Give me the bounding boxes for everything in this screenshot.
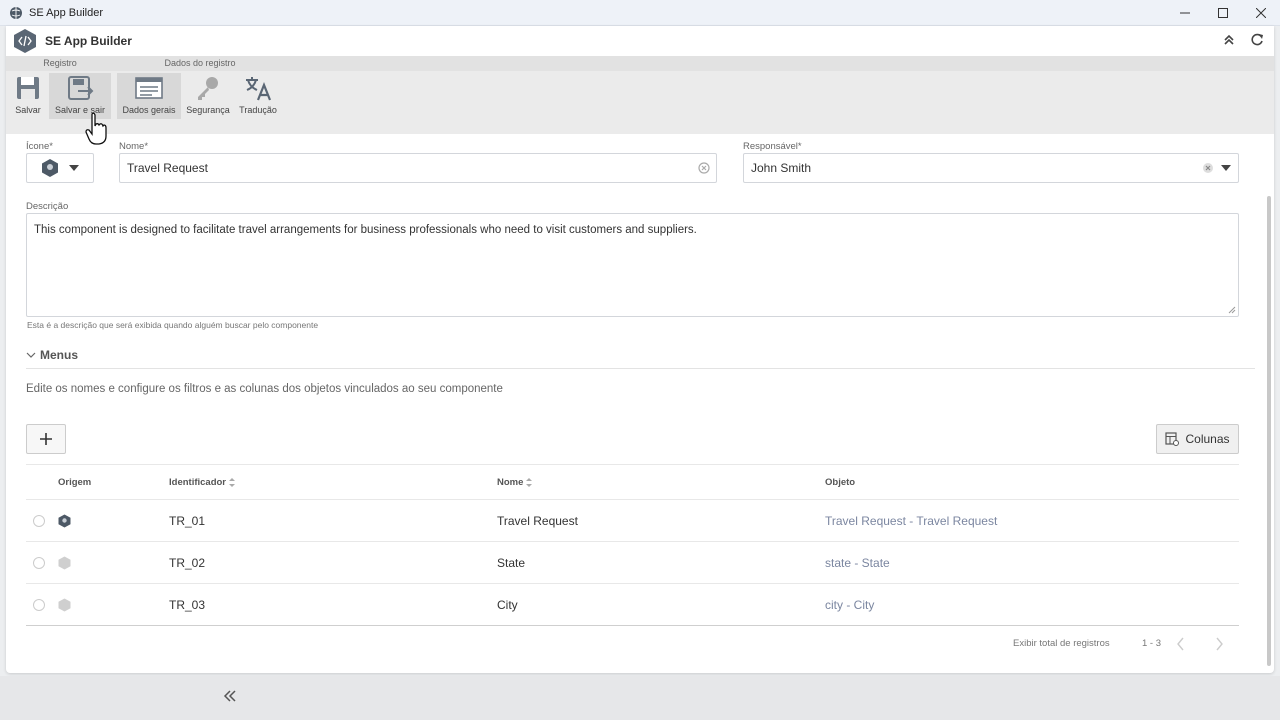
header-identificador[interactable]: Identificador	[169, 477, 236, 488]
close-icon	[1256, 8, 1266, 18]
table-row[interactable]: TR_02 State state - State	[26, 542, 1239, 584]
key-icon	[198, 77, 218, 100]
group-label-registro: Registro	[43, 58, 77, 68]
row-select-radio[interactable]	[33, 557, 45, 569]
close-window-button[interactable]	[1242, 0, 1280, 26]
description-textarea[interactable]: This component is designed to facilitate…	[26, 213, 1239, 317]
columns-settings-icon	[1165, 432, 1180, 446]
menus-divider	[26, 368, 1255, 369]
row-name: State	[497, 556, 526, 570]
translate-icon	[246, 77, 272, 101]
security-label: Segurança	[186, 105, 230, 115]
resize-handle-icon[interactable]	[1228, 306, 1236, 314]
name-field-label: Nome*	[119, 141, 149, 152]
description-helper-text: Esta é a descrição que será exibida quan…	[27, 320, 319, 330]
show-total-records-link[interactable]: Exibir total de registros	[1013, 638, 1110, 649]
window-titlebar: SE App Builder	[0, 0, 1280, 26]
description-field-label: Descrição	[26, 201, 69, 212]
row-identifier: TR_01	[169, 514, 206, 528]
row-identifier: TR_03	[169, 598, 206, 612]
columns-label: Colunas	[1185, 432, 1230, 446]
form-window-icon	[135, 77, 163, 99]
row-select-radio[interactable]	[33, 599, 45, 611]
row-name: Travel Request	[497, 514, 578, 528]
description-value: This component is designed to facilitate…	[34, 224, 697, 236]
header-objeto: Objeto	[825, 477, 856, 488]
row-object: city - City	[825, 598, 875, 612]
responsible-select[interactable]: John Smith	[743, 153, 1239, 183]
security-button[interactable]: Segurança	[184, 73, 232, 119]
chevron-down-icon	[26, 352, 36, 358]
icon-selector[interactable]	[26, 153, 94, 183]
save-label: Salvar	[15, 105, 41, 115]
responsible-field-label: Responsável*	[743, 141, 802, 152]
component-icon	[42, 159, 58, 177]
row-object: state - State	[825, 556, 890, 570]
general-data-button[interactable]: Dados gerais	[117, 73, 181, 119]
menus-section-toggle[interactable]: Menus	[26, 348, 78, 362]
object-origin-icon	[58, 598, 71, 612]
app-logo-icon	[14, 29, 36, 53]
bottom-panel	[0, 676, 1280, 720]
minimize-button[interactable]	[1166, 0, 1204, 26]
refresh-icon[interactable]	[1250, 33, 1264, 47]
translation-label: Tradução	[239, 105, 277, 115]
collapse-left-icon[interactable]	[222, 688, 238, 704]
row-select-radio[interactable]	[33, 515, 45, 527]
app-globe-icon	[10, 6, 22, 19]
app-title: SE App Builder	[45, 34, 132, 48]
maximize-button[interactable]	[1204, 0, 1242, 26]
general-data-label: Dados gerais	[122, 105, 176, 115]
component-origin-icon	[58, 514, 71, 528]
app-header: SE App Builder	[6, 26, 1274, 56]
ribbon-group-dados-registro: Dados do registro Dados gerais Segurança	[114, 56, 286, 134]
table-header: Origem Identificador Nome Objeto	[26, 464, 1239, 500]
group-label-dados-registro: Dados do registro	[164, 58, 236, 68]
table-row[interactable]: TR_01 Travel Request Travel Request - Tr…	[26, 500, 1239, 542]
prev-page-icon[interactable]	[1176, 637, 1186, 651]
row-name: City	[497, 598, 518, 612]
table-row[interactable]: TR_03 City city - City	[26, 584, 1239, 626]
add-menu-button[interactable]	[26, 424, 66, 454]
row-object: Travel Request - Travel Request	[825, 514, 998, 528]
app-window: SE App Builder Registro Salvar Salvar e …	[6, 26, 1274, 673]
hand-cursor-icon	[85, 112, 107, 145]
save-button[interactable]: Salvar	[9, 73, 47, 119]
ribbon-toolbar: Registro Salvar Salvar e sair Dados do r…	[6, 56, 1274, 134]
next-page-icon[interactable]	[1214, 637, 1224, 651]
responsible-value: John Smith	[751, 161, 812, 175]
collapse-ribbon-icon[interactable]	[1222, 33, 1236, 47]
menus-table: Origem Identificador Nome Objeto TR_01 T…	[26, 464, 1239, 626]
vertical-scrollbar[interactable]	[1267, 196, 1271, 666]
pagination-range: 1 - 3	[1142, 638, 1162, 649]
clear-responsible-icon[interactable]	[1202, 162, 1214, 174]
window-title: SE App Builder	[29, 6, 103, 19]
save-exit-icon	[68, 76, 94, 100]
translation-button[interactable]: Tradução	[234, 73, 282, 119]
maximize-icon	[1218, 8, 1228, 18]
menus-description: Edite os nomes e configure os filtros e …	[26, 383, 503, 395]
name-field[interactable]: Travel Request	[119, 153, 717, 183]
header-nome[interactable]: Nome	[497, 477, 533, 488]
minimize-icon	[1180, 12, 1190, 14]
sort-icon	[526, 478, 533, 487]
name-field-value: Travel Request	[127, 161, 208, 175]
header-origem: Origem	[58, 477, 92, 488]
object-origin-icon	[58, 556, 71, 570]
plus-icon	[40, 433, 52, 445]
sort-icon	[229, 478, 236, 487]
chevron-down-icon	[69, 165, 79, 171]
floppy-disk-icon	[17, 77, 39, 99]
menus-title: Menus	[40, 348, 79, 362]
row-identifier: TR_02	[169, 556, 206, 570]
chevron-down-icon[interactable]	[1221, 165, 1231, 171]
icon-field-label: Ícone*	[26, 141, 53, 152]
columns-button[interactable]: Colunas	[1156, 424, 1239, 454]
clear-name-icon[interactable]	[698, 162, 710, 174]
